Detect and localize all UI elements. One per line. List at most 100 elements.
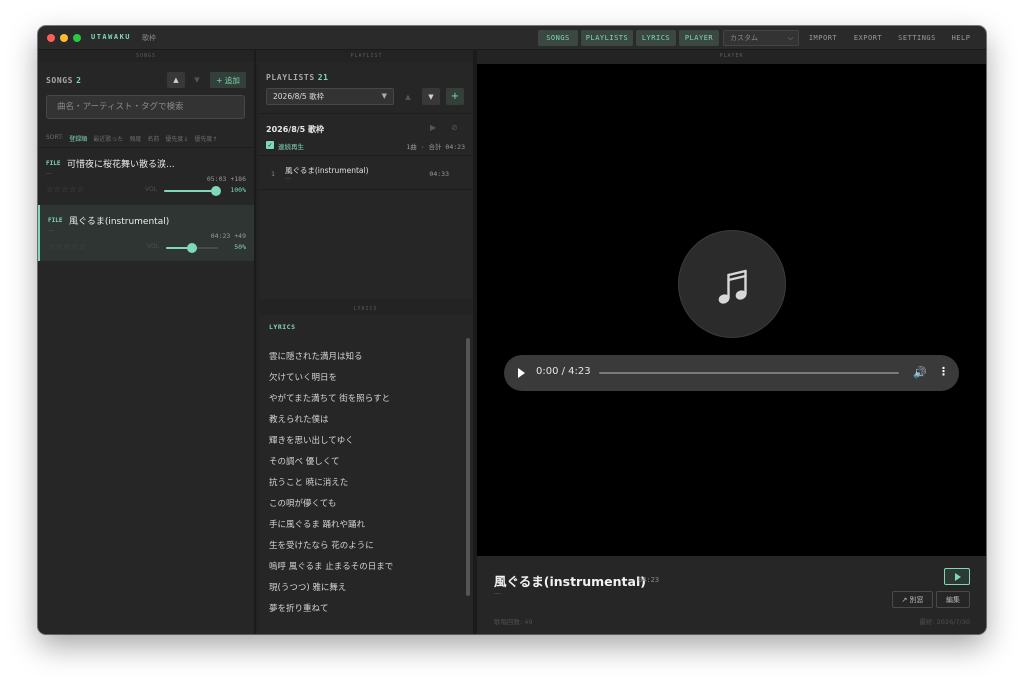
chevron-down-icon: ⌵ <box>787 34 793 42</box>
import-button[interactable]: IMPORT <box>803 30 843 46</box>
playlist-summary: 1曲 · 合計 04:23 <box>406 143 465 151</box>
lyric-line: この唄が儚くても <box>269 499 337 509</box>
song-item-1[interactable]: FILE 可惜夜に桜花舞い散る涙... — 05:03 +186 ☆☆☆☆☆ V… <box>38 148 254 204</box>
sort-label: SORT: <box>46 134 64 141</box>
nav-lyrics-button[interactable]: LYRICS <box>636 30 676 46</box>
star-rating[interactable]: ☆☆☆☆☆ <box>46 185 84 194</box>
separator <box>258 155 473 156</box>
help-button[interactable]: HELP <box>945 30 977 46</box>
volume-label: VOL <box>147 243 160 250</box>
lyrics-label: LYRICS <box>269 323 296 331</box>
playlist-item-title: 風ぐるま(instrumental) <box>285 166 369 175</box>
song-meta: 04:23 +49 <box>211 232 246 240</box>
lyrics-scrollbar[interactable] <box>466 338 470 596</box>
move-down-button[interactable]: ▼ <box>188 72 206 88</box>
preset-value: カスタム <box>730 34 758 42</box>
now-playing-artist: — <box>494 589 501 597</box>
nav-player-button[interactable]: PLAYER <box>679 30 719 46</box>
play-icon <box>955 573 961 581</box>
volume-fill <box>164 190 216 192</box>
song-artist: — <box>48 227 54 234</box>
sort-priority-asc-button[interactable]: 優先度↑ <box>194 134 217 143</box>
play-count: 歌唱回数: 49 <box>494 618 533 626</box>
album-art-placeholder <box>678 230 786 338</box>
playlists-label: PLAYLISTS 21 <box>266 73 329 82</box>
sort-name-button[interactable]: 名前 <box>147 134 159 143</box>
add-song-button[interactable]: + 追加 <box>210 72 246 88</box>
sort-priority-desc-button[interactable]: 優先度↓ <box>165 134 188 143</box>
audio-progress-bar[interactable] <box>599 372 899 374</box>
add-playlist-button[interactable]: + <box>446 88 464 105</box>
playlist-panel-header: PLAYLIST <box>350 53 383 59</box>
app-name: UTAWAKU <box>91 33 132 41</box>
song-plays: +49 <box>234 232 246 240</box>
volume-icon[interactable]: 🔊 <box>913 366 927 379</box>
arrow-up-icon: ▲ <box>173 76 179 84</box>
more-options-icon[interactable]: ⋮ <box>938 365 949 378</box>
playlist-select[interactable]: 2026/8/5 歌枠 ▼ <box>266 88 394 105</box>
song-meta: 05:03 +186 <box>207 175 246 183</box>
lyric-line: 教えられた僕は <box>269 415 329 425</box>
continuous-play-label: 連続再生 <box>278 143 304 151</box>
songs-label-text: SONGS <box>46 76 74 85</box>
player-panel-header: PLAYER <box>719 53 744 59</box>
nav-playlists-button[interactable]: PLAYLISTS <box>581 30 633 46</box>
play-icon[interactable]: ▶ <box>430 123 436 132</box>
songs-panel-header: SONGS <box>135 53 157 59</box>
chevron-down-icon: ▼ <box>381 92 387 100</box>
file-badge: FILE <box>48 217 63 224</box>
lyric-line: その調べ 優しくて <box>269 457 340 467</box>
lyric-line: 生を受けたなら 花のように <box>269 541 374 551</box>
volume-slider[interactable] <box>166 243 218 253</box>
export-button[interactable]: EXPORT <box>848 30 888 46</box>
now-playing-duration: 04:23 <box>638 576 660 584</box>
move-up-button[interactable]: ▲ <box>167 72 185 88</box>
playlist-move-up-button[interactable]: ▲ <box>399 88 417 105</box>
playlist-name: 2026/8/5 歌枠 <box>266 125 325 134</box>
playlists-count: 21 <box>317 73 329 82</box>
separator <box>258 113 473 114</box>
playlist-move-down-button[interactable]: ▼ <box>422 88 440 105</box>
preset-select[interactable]: カスタム ⌵ <box>723 30 799 46</box>
song-artist: — <box>46 170 52 177</box>
song-duration: 04:23 <box>210 232 231 240</box>
sort-frequency-button[interactable]: 頻度 <box>129 134 141 143</box>
lyric-line: 現(うつつ) 雅に舞え <box>269 583 347 593</box>
volume-slider-handle[interactable] <box>187 243 197 253</box>
now-playing-panel: 風ぐるま(instrumental) 04:23 — ↗ 別窓 編集 歌唱回数:… <box>477 556 986 634</box>
audio-time: 0:00 / 4:23 <box>536 366 591 377</box>
app-window: UTAWAKU 歌枠 SONGS PLAYLISTS LYRICS PLAYER… <box>38 26 986 634</box>
arrow-up-icon: ▲ <box>405 92 411 101</box>
arrow-down-icon: ▼ <box>194 76 200 84</box>
nav-songs-button[interactable]: SONGS <box>538 30 578 46</box>
lyric-line: 嗚呼 風ぐるま 止まるその日まで <box>269 562 394 572</box>
songs-label: SONGS 2 <box>46 76 82 85</box>
star-rating[interactable]: ☆☆☆☆☆ <box>48 242 86 251</box>
settings-button[interactable]: SETTINGS <box>893 30 941 46</box>
song-item-2[interactable]: FILE 風ぐるま(instrumental) — 04:23 +49 ☆☆☆☆… <box>38 205 254 261</box>
music-note-icon <box>718 269 747 304</box>
song-search-input[interactable] <box>46 95 245 119</box>
song-title: 風ぐるま(instrumental) <box>69 217 170 227</box>
sort-registered-button[interactable]: 登録順 <box>69 134 87 143</box>
playlists-label-text: PLAYLISTS <box>266 73 315 82</box>
lyrics-pane: LYRICS 雲に隠された満月は知る 欠けていく明日を やがてまた満ちて 街を照… <box>258 315 473 634</box>
popout-button[interactable]: ↗ 別窓 <box>892 591 933 608</box>
edit-button[interactable]: 編集 <box>936 591 970 608</box>
volume-slider-handle[interactable] <box>211 186 221 196</box>
pane-divider[interactable] <box>254 50 256 634</box>
volume-label: VOL <box>145 186 158 193</box>
sort-recent-button[interactable]: 最近歌った <box>93 134 123 143</box>
play-button[interactable] <box>944 568 970 585</box>
lyric-line: 手に風ぐるま 踊れや踊れ <box>269 520 366 530</box>
close-window-button[interactable] <box>47 34 55 42</box>
app-subtitle: 歌枠 <box>142 34 156 42</box>
volume-percent: 100% <box>230 186 246 194</box>
playlist-pane: PLAYLISTS 21 2026/8/5 歌枠 ▼ ▲ ▼ + 2026/8/5… <box>258 62 473 299</box>
maximize-window-button[interactable] <box>73 34 81 42</box>
volume-slider[interactable] <box>164 186 221 196</box>
minimize-window-button[interactable] <box>60 34 68 42</box>
clear-icon[interactable]: ⊘ <box>451 123 458 132</box>
continuous-play-checkbox[interactable]: ✓ <box>266 141 274 149</box>
play-icon[interactable] <box>518 368 525 378</box>
